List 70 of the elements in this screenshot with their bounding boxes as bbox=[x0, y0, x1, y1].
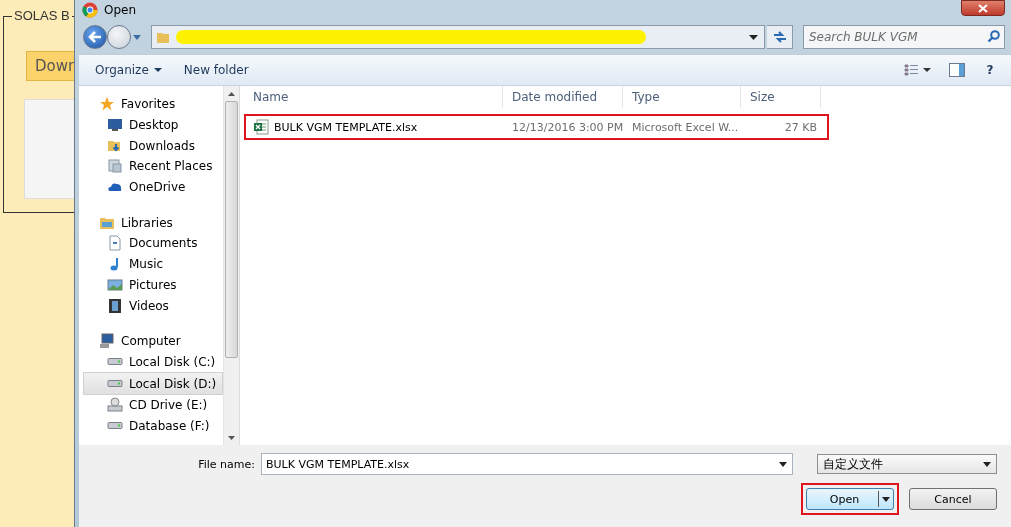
drive-icon bbox=[107, 358, 123, 366]
nav-item[interactable]: Desktop bbox=[79, 114, 223, 136]
address-bar[interactable] bbox=[151, 25, 765, 49]
nav-item[interactable]: Downloads bbox=[79, 135, 223, 157]
file-name-label: File name: bbox=[198, 457, 255, 471]
close-button[interactable] bbox=[961, 0, 1005, 16]
dropdown-arrow-icon bbox=[983, 461, 991, 467]
caret-icon bbox=[133, 34, 141, 40]
document-icon bbox=[107, 235, 123, 252]
window-title: Open bbox=[104, 3, 137, 17]
column-header[interactable]: Type bbox=[623, 86, 741, 108]
file-row[interactable]: BULK VGM TEMPLATE.xlsx 12/13/2016 3:00 PM Microsoft Excel W... 27 KB bbox=[244, 114, 829, 140]
date-cell-text: 12/13/2016 3:00 PM bbox=[511, 120, 625, 134]
refresh-arrows-icon bbox=[772, 31, 787, 43]
nav-item[interactable]: CD Drive (E:) bbox=[79, 394, 223, 416]
open-button[interactable]: Open bbox=[806, 488, 894, 510]
column-header[interactable]: Date modified bbox=[503, 86, 623, 108]
nav-item[interactable]: Libraries bbox=[79, 212, 223, 234]
nav-item[interactable]: Local Disk (C:) bbox=[79, 351, 223, 373]
cd-drive-icon bbox=[107, 397, 123, 414]
list-view-icon bbox=[904, 64, 918, 76]
nav-item[interactable]: Favorites bbox=[79, 94, 223, 115]
folder-icon bbox=[156, 30, 170, 44]
nav-item[interactable]: Videos bbox=[79, 295, 223, 316]
nav-item[interactable]: Local Disk (D:) bbox=[83, 372, 223, 395]
organize-menu[interactable]: Organize bbox=[87, 60, 170, 80]
column-header[interactable]: Name bbox=[244, 86, 503, 108]
browser-logo-icon bbox=[82, 2, 98, 18]
computer-icon bbox=[99, 333, 115, 350]
file-type-dropdown[interactable]: 自定义文件 bbox=[817, 454, 997, 474]
scroll-down-arrow-icon bbox=[228, 435, 235, 440]
drive-icon bbox=[107, 380, 123, 388]
scroll-up-arrow-icon bbox=[228, 91, 235, 96]
picture-icon bbox=[107, 276, 123, 293]
caret-icon bbox=[923, 68, 931, 72]
caret-icon bbox=[882, 496, 890, 502]
nav-item[interactable]: Computer bbox=[79, 330, 223, 352]
film-icon bbox=[107, 297, 123, 314]
scrollbar[interactable] bbox=[223, 86, 239, 445]
dropdown-arrow-icon bbox=[749, 34, 758, 40]
nav-item[interactable]: Music bbox=[79, 253, 223, 275]
back-arrow-icon bbox=[88, 31, 102, 43]
close-icon bbox=[978, 3, 988, 13]
spreadsheet-file-icon bbox=[253, 119, 269, 135]
dropdown-arrow-icon bbox=[779, 462, 787, 467]
back-button[interactable] bbox=[83, 25, 107, 49]
recent-places-icon bbox=[107, 158, 123, 175]
refresh-button[interactable] bbox=[767, 25, 793, 49]
file-name-field[interactable]: BULK VGM TEMPLATE.xlsx bbox=[261, 453, 793, 475]
section-title: SOLAS B bbox=[12, 8, 72, 23]
nav-item[interactable]: OneDrive bbox=[79, 176, 223, 198]
preview-pane-icon bbox=[949, 63, 965, 77]
search-icon bbox=[987, 30, 1000, 43]
column-header[interactable]: Size bbox=[741, 86, 821, 108]
star-icon bbox=[99, 96, 115, 113]
scroll-thumb[interactable] bbox=[225, 101, 238, 358]
nav-item[interactable]: Recent Places bbox=[79, 156, 223, 177]
help-button[interactable]: ? bbox=[981, 61, 999, 79]
cancel-button[interactable]: Cancel bbox=[909, 488, 997, 510]
file-name: BULK VGM TEMPLATE.xlsx bbox=[274, 120, 418, 134]
nav-item[interactable]: Documents bbox=[79, 233, 223, 254]
search-field[interactable]: Search BULK VGM bbox=[803, 25, 1005, 49]
drive-icon bbox=[107, 422, 123, 430]
type-cell-text: Microsoft Excel W... bbox=[631, 120, 740, 134]
nav-item[interactable]: Pictures bbox=[79, 274, 223, 296]
size-cell-text: 27 KB bbox=[783, 120, 818, 134]
nav-item[interactable]: Database (F:) bbox=[79, 415, 223, 437]
new-folder-button[interactable]: New folder bbox=[175, 60, 257, 80]
forward-button[interactable] bbox=[107, 25, 131, 49]
monitor-icon bbox=[107, 117, 123, 134]
